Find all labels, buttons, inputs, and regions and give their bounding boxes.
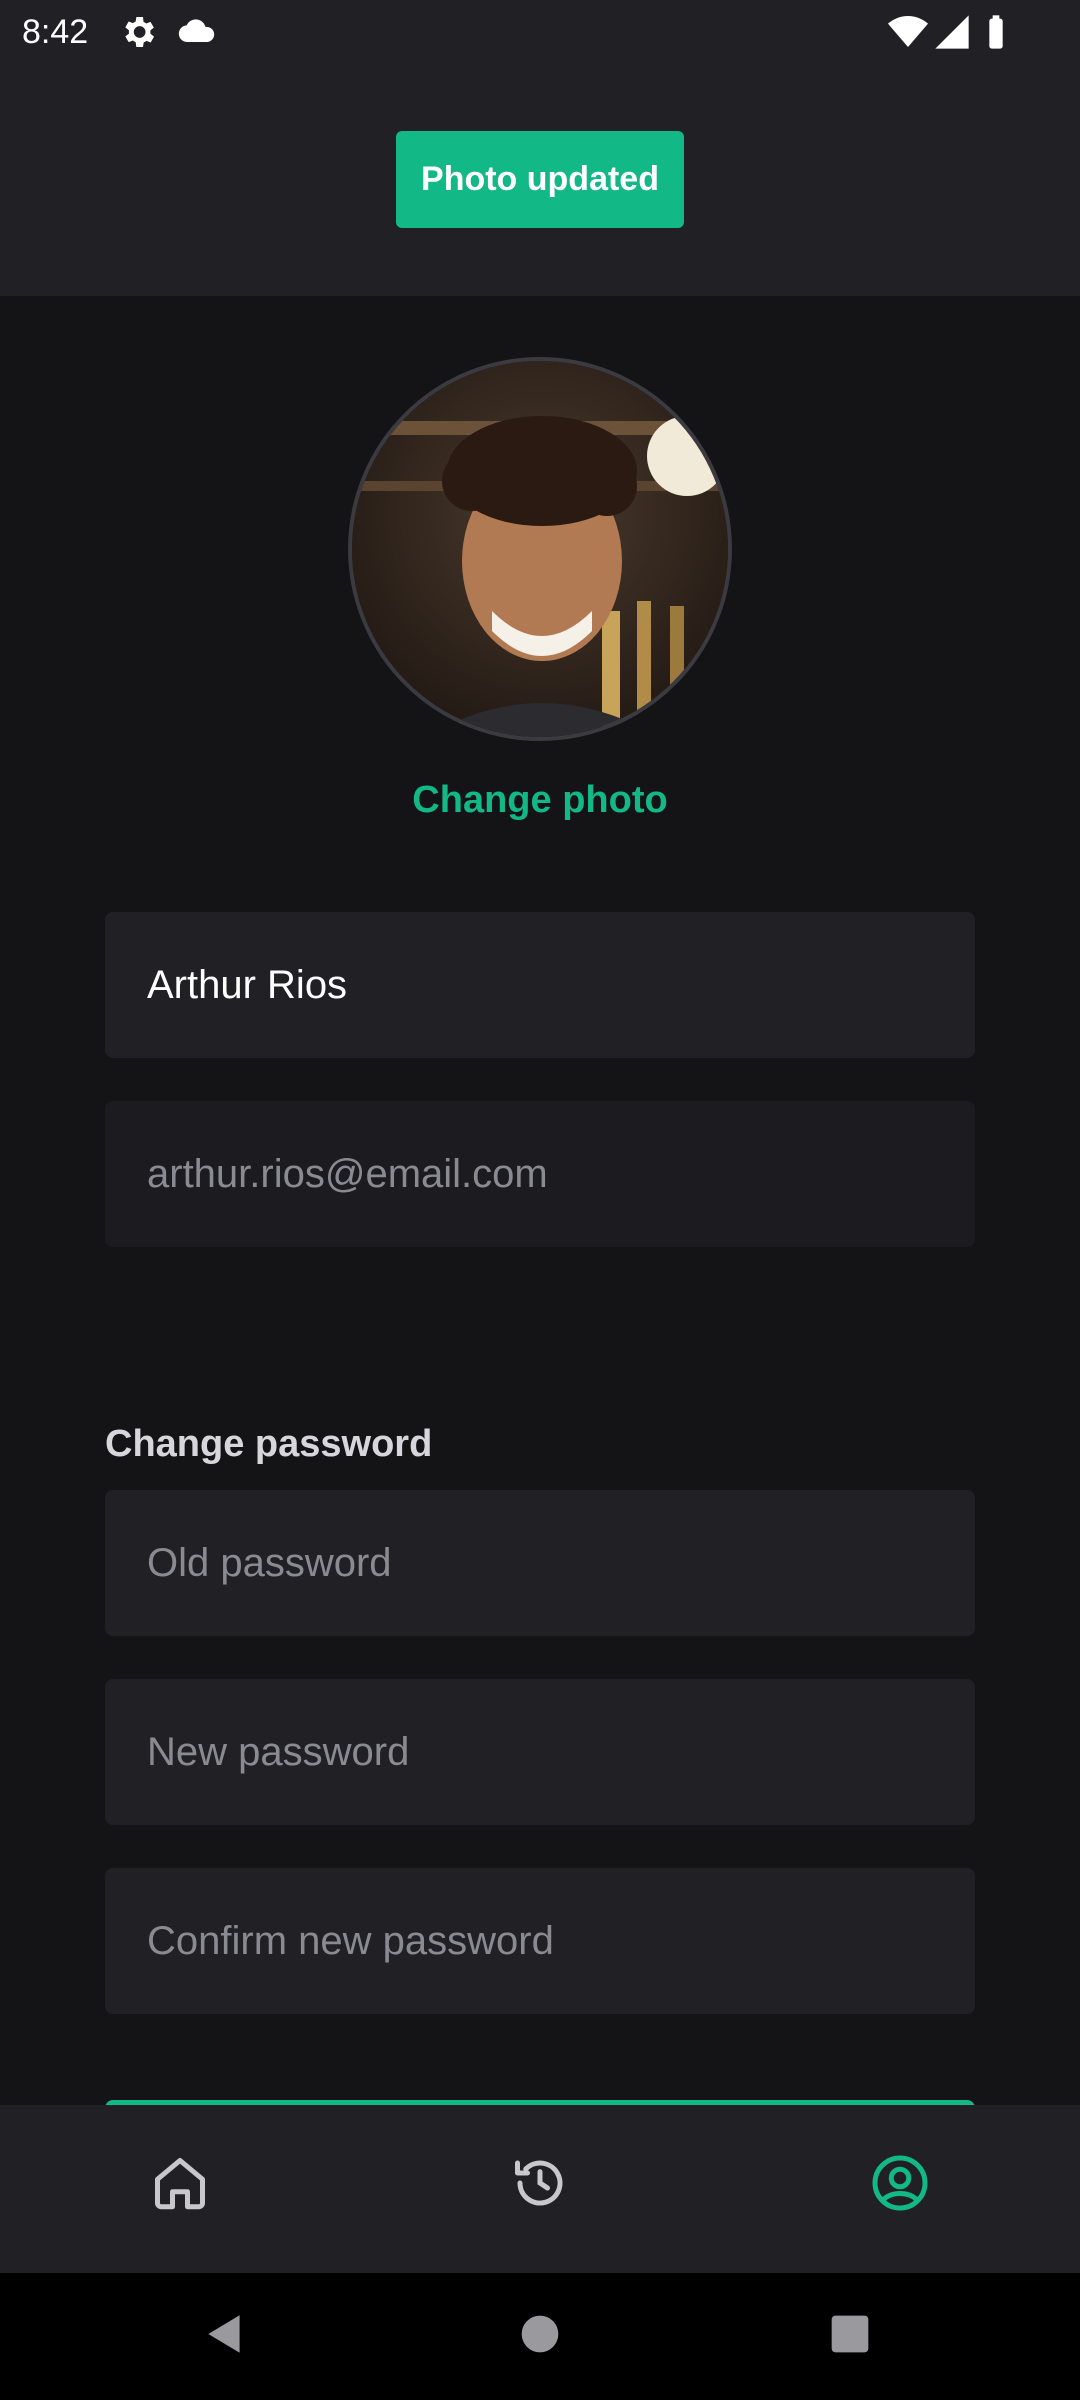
profile-screen: 8:42 Photo updated Change photo Arthur R… [0, 0, 1080, 2400]
status-time: 8:42 [22, 13, 89, 51]
confirm-password-field[interactable] [105, 1868, 975, 2014]
wifi-icon [888, 12, 928, 52]
header-bar: 8:42 Photo updated [0, 0, 1080, 296]
profile-icon [870, 2153, 930, 2218]
nav-history[interactable] [490, 2135, 590, 2235]
avatar[interactable] [348, 357, 732, 741]
system-navigation [0, 2273, 1080, 2400]
back-button[interactable] [190, 2301, 260, 2371]
home-circle-icon [518, 2312, 562, 2361]
change-photo-link[interactable]: Change photo [0, 772, 1080, 828]
signal-icon [932, 12, 972, 52]
recents-button[interactable] [815, 2301, 885, 2371]
photo-updated-toast: Photo updated [396, 131, 684, 228]
name-field[interactable] [105, 912, 975, 1058]
nav-home[interactable] [130, 2135, 230, 2235]
nav-profile[interactable] [850, 2135, 950, 2235]
old-password-field[interactable] [105, 1490, 975, 1636]
battery-icon [976, 12, 1016, 52]
settings-icon [118, 12, 158, 52]
cloud-icon [176, 12, 216, 52]
bottom-navigation [0, 2105, 1080, 2273]
change-password-heading: Change password [105, 1423, 433, 1465]
email-field [105, 1101, 975, 1247]
home-icon [150, 2153, 210, 2218]
history-icon [510, 2153, 570, 2218]
home-button[interactable] [505, 2301, 575, 2371]
new-password-field[interactable] [105, 1679, 975, 1825]
recents-icon [828, 2312, 872, 2361]
back-icon [200, 2309, 250, 2364]
